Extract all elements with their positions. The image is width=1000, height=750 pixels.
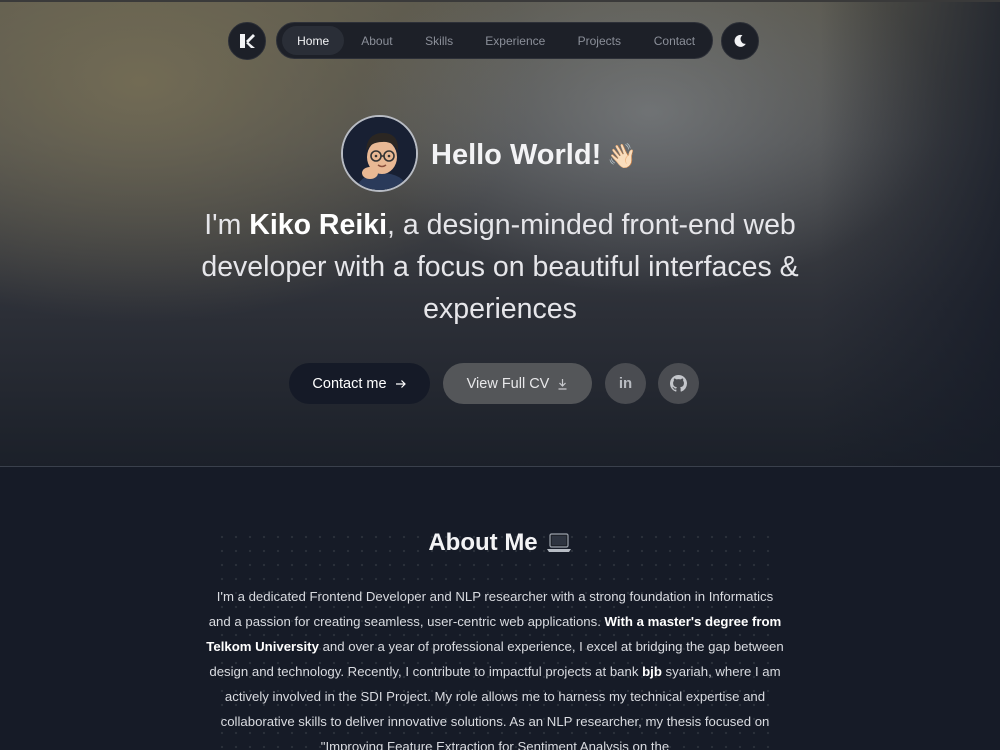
about-bold-bjb: bjb: [642, 664, 662, 679]
about-paragraph: I'm a dedicated Frontend Developer and N…: [205, 584, 785, 750]
intro-prefix: I'm: [204, 209, 250, 241]
greeting-text: Hello World!: [431, 139, 602, 171]
nav-home[interactable]: Home: [282, 26, 345, 55]
about-heading: About Me: [0, 529, 1000, 557]
about-title-text: About Me: [428, 529, 538, 556]
linkedin-button[interactable]: in: [605, 363, 646, 404]
intro-text: I'm Kiko Reiki, a design-minded front-en…: [190, 204, 810, 330]
github-button[interactable]: [658, 363, 699, 404]
developer-name: Kiko Reiki: [249, 209, 388, 241]
github-icon: [670, 375, 687, 392]
waving-hand-icon: 👋🏻: [607, 143, 638, 170]
kr-logo-icon: [240, 34, 255, 48]
moon-icon: [734, 34, 746, 47]
laptop-icon: [546, 533, 571, 552]
linkedin-icon: in: [618, 375, 633, 392]
main-nav: Home About Skills Experience Projects Co…: [276, 22, 713, 59]
nav-contact[interactable]: Contact: [637, 26, 712, 55]
greeting-heading: Hello World! 👋🏻: [431, 139, 637, 172]
nav-about[interactable]: About: [344, 26, 409, 55]
nav-projects[interactable]: Projects: [562, 26, 637, 55]
logo-button[interactable]: [228, 22, 266, 60]
theme-toggle-button[interactable]: [721, 22, 759, 60]
contact-me-button[interactable]: Contact me: [289, 363, 430, 404]
nav-skills[interactable]: Skills: [410, 26, 469, 55]
section-divider: [0, 466, 1000, 467]
view-cv-label: View Full CV: [466, 375, 550, 392]
nav-experience[interactable]: Experience: [469, 26, 562, 55]
download-icon: [558, 378, 567, 390]
avatar: [341, 115, 418, 192]
contact-me-label: Contact me: [312, 375, 387, 392]
arrow-right-icon: [395, 379, 406, 388]
view-cv-button[interactable]: View Full CV: [443, 363, 592, 404]
